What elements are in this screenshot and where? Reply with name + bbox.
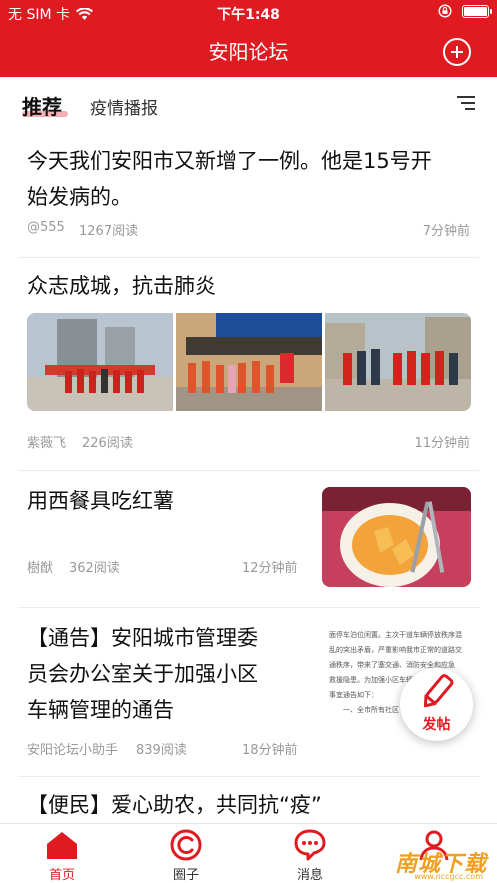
post-reads: 1267阅读 — [79, 224, 139, 239]
tab-bar: 推荐 疫情播报 — [0, 77, 497, 129]
post-reads: 362阅读 — [69, 561, 120, 576]
post-author[interactable]: 樹猷 — [27, 557, 53, 576]
sort-menu-icon[interactable] — [457, 96, 475, 110]
post-author[interactable]: 安阳论坛小助手 — [27, 739, 118, 758]
feed-item[interactable]: 今天我们安阳市又新增了一例。他是15号开 始发病的。 @555 1267阅读 7… — [0, 129, 497, 257]
battery-level — [464, 6, 487, 16]
nav-circle[interactable]: 圈子 — [151, 824, 221, 883]
nav-messages-label: 消息 — [296, 868, 323, 883]
post-button-label: 发帖 — [422, 717, 451, 733]
post-reads: 839阅读 — [136, 743, 187, 758]
post-image[interactable] — [176, 313, 322, 411]
nav-home-label: 首页 — [48, 868, 75, 883]
message-icon — [294, 829, 326, 861]
post-time: 18分钟前 — [242, 743, 298, 758]
pencil-icon — [423, 674, 454, 708]
top-bar: 无 SIM 卡 下午1:48 安阳论坛 — [0, 0, 497, 77]
app-title: 安阳论坛 — [208, 40, 289, 64]
post-time: 12分钟前 — [242, 561, 298, 576]
orientation-lock-icon — [438, 4, 452, 18]
status-time: 下午1:48 — [217, 7, 280, 23]
site-watermark: 南城下载 www.nccgcc.com — [375, 842, 487, 882]
home-icon — [47, 832, 77, 859]
post-author[interactable]: @555 — [27, 220, 65, 235]
post-title: 【便民】爱心助农，共同抗“疫” — [27, 793, 322, 817]
post-title: 【通告】安阳城市管理委 员会办公室关于加强小区 车辆管理的通告 — [27, 626, 258, 722]
add-button[interactable] — [443, 38, 471, 66]
post-reads: 226阅读 — [82, 436, 133, 451]
post-thumbnail[interactable] — [322, 487, 471, 587]
status-right — [438, 4, 492, 18]
post-image[interactable] — [27, 313, 173, 411]
nav-circle-label: 圈子 — [172, 868, 199, 883]
post-title: 众志成城，抗击肺炎 — [27, 274, 216, 298]
feed-item[interactable]: 【便民】爱心助农，共同抗“疫” — [0, 777, 497, 823]
post-title: 今天我们安阳市又新增了一例。他是15号开 始发病的。 — [27, 149, 432, 209]
feed-item[interactable]: 众志成城，抗击肺炎 紫薇飞 226阅读 11分钟前 — [0, 258, 497, 470]
post-author[interactable]: 紫薇飞 — [27, 432, 66, 451]
post-image-row — [27, 313, 471, 411]
watermark-url: www.nccgcc.com — [414, 872, 483, 881]
nav-messages[interactable]: 消息 — [275, 824, 345, 883]
nav-home[interactable]: 首页 — [27, 824, 97, 883]
post-button[interactable]: 发帖 — [400, 668, 473, 741]
post-time: 11分钟前 — [414, 436, 470, 451]
tab-recommend[interactable]: 推荐 — [22, 91, 62, 120]
feed-item[interactable]: 用西餐具吃红薯 樹猷 362阅读 12分钟前 — [0, 471, 497, 607]
tab-epidemic-report[interactable]: 疫情播报 — [90, 94, 158, 119]
battery-icon — [462, 4, 492, 18]
circle-icon — [170, 829, 202, 861]
status-bar: 无 SIM 卡 下午1:48 — [0, 0, 497, 26]
post-title: 用西餐具吃红薯 — [27, 489, 174, 513]
post-image[interactable] — [325, 313, 471, 411]
post-time: 7分钟前 — [422, 224, 470, 239]
